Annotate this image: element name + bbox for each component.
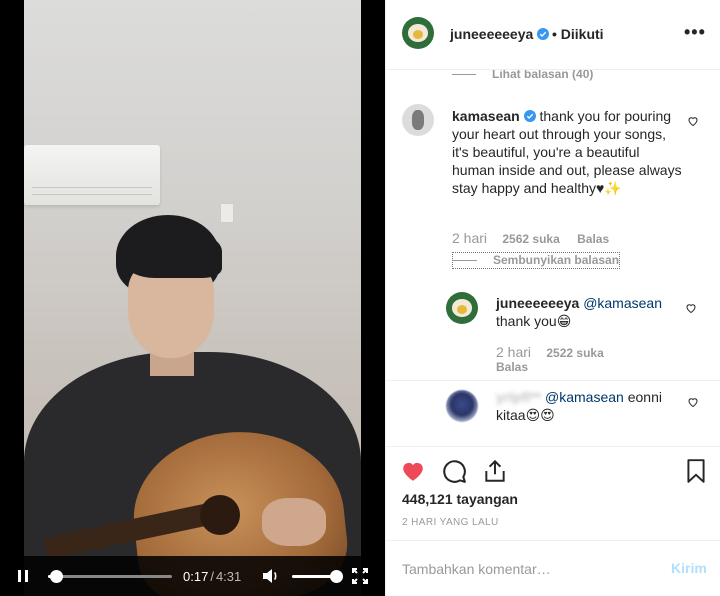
fullscreen-icon[interactable] [352,568,368,584]
video-controls: 0:17/4:31 [0,556,385,596]
comment-username[interactable]: kamasean [452,108,520,124]
avatar[interactable] [446,390,478,422]
comments-list: Lihat balasan (40) kamasean thank you fo… [386,70,720,446]
comment-body: kamasean thank you for pouring your hear… [452,107,682,197]
view-count[interactable]: 448,121 tayangan [402,491,518,507]
seek-handle[interactable] [49,570,63,583]
heart-filled-icon[interactable] [400,458,426,484]
comment-meta: 2 hari 2562 suka Balas [452,230,609,246]
video-player[interactable]: 0:17/4:31 [0,0,385,596]
post-header: juneeeeeeya • Diikuti ••• [386,0,720,70]
view-replies-label: Lihat balasan (40) [492,70,594,81]
seek-bar[interactable] [48,570,172,583]
reply-body: juneeeeeeya @kamasean thank you😁 [496,294,681,330]
comment-icon[interactable] [441,458,467,484]
reply-mention[interactable]: @kamasean [583,295,662,311]
reply-text: thank you😁 [496,313,572,329]
follow-status[interactable]: • Diikuti [552,26,604,42]
current-time: 0:17 [183,569,209,584]
reply-mention[interactable]: @kamasean [545,389,624,405]
heart-outline-icon[interactable] [685,302,697,314]
header-username[interactable]: juneeeeeeya [450,26,550,42]
volume-handle[interactable] [330,570,343,583]
time-separator: / [210,569,214,584]
comment-time[interactable]: 2 hari [452,230,487,246]
more-options-icon[interactable]: ••• [684,22,706,43]
verified-badge-icon [537,28,550,40]
share-icon[interactable] [482,458,508,484]
reply-time[interactable]: 2 hari [496,344,531,360]
reply-button[interactable]: Balas [496,360,528,374]
username-text[interactable]: juneeeeeeya [450,26,533,42]
post-actions: 448,121 tayangan 2 HARI YANG LALU [386,446,720,540]
reply-likes[interactable]: 2522 suka [546,346,603,360]
reply-line [452,74,476,76]
reply-username[interactable]: yrlpfl** [496,389,541,405]
reply-button[interactable]: Balas [577,232,609,246]
reply-text-cont: kitaa😍😍 [496,407,555,423]
video-frame [24,0,361,596]
duration: 4:31 [215,569,242,584]
air-conditioner [24,145,160,205]
reply-text: eonni [627,389,662,405]
hide-replies-button[interactable]: Sembunyikan balasan [452,252,620,269]
reply-meta-row2: Balas [496,360,528,374]
heart-outline-icon[interactable] [687,115,699,127]
divider [386,380,720,381]
verified-badge-icon [523,110,536,122]
reply-body: yrlpfl** @kamasean eonni kitaa😍😍 [496,388,681,424]
reply-username[interactable]: juneeeeeeya [496,295,579,311]
view-replies-button[interactable]: Lihat balasan (40) [452,70,593,81]
comment-likes[interactable]: 2562 suka [502,232,559,246]
bookmark-icon[interactable] [683,458,709,484]
guitar-soundhole [200,495,240,535]
post-date[interactable]: 2 HARI YANG LALU [402,517,499,528]
pause-icon[interactable] [14,567,32,585]
time-display: 0:17/4:31 [183,569,241,584]
avatar[interactable] [402,17,434,49]
comment-input[interactable] [402,559,642,579]
heart-outline-icon[interactable] [687,396,699,408]
volume-icon[interactable] [262,568,280,584]
performer-fringe [126,230,222,278]
post-button[interactable]: Kirim [671,560,707,576]
hide-replies-label: Sembunyikan balasan [493,253,620,267]
avatar[interactable] [402,104,434,136]
volume-slider[interactable] [292,570,343,583]
performer-hand [262,498,326,546]
add-comment-bar: Kirim [386,540,720,596]
reply-line [453,260,477,262]
wall-outlet [220,203,234,223]
reply-meta: 2 hari 2522 suka [496,344,604,360]
avatar[interactable] [446,292,478,324]
post-panel: juneeeeeeya • Diikuti ••• Lihat balasan … [385,0,720,596]
